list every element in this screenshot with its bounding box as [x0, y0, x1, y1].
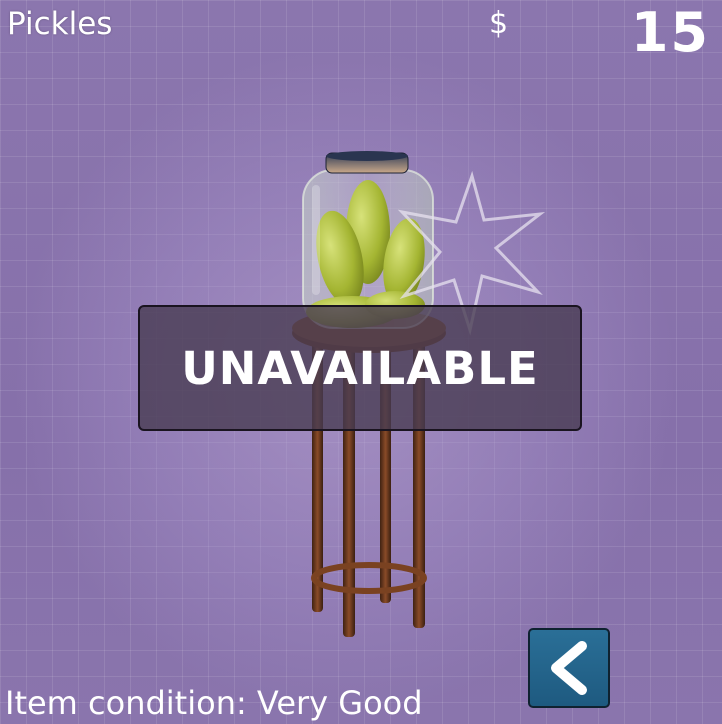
unavailable-label: UNAVAILABLE: [181, 341, 539, 395]
chevron-left-icon: [551, 641, 587, 695]
unavailable-banner: UNAVAILABLE: [138, 305, 582, 431]
back-button[interactable]: [528, 628, 610, 708]
item-condition: Item condition: Very Good: [5, 683, 423, 723]
pickle-jar: [302, 151, 434, 329]
condition-label: Item condition:: [5, 684, 247, 722]
condition-value: Very Good: [256, 684, 423, 722]
